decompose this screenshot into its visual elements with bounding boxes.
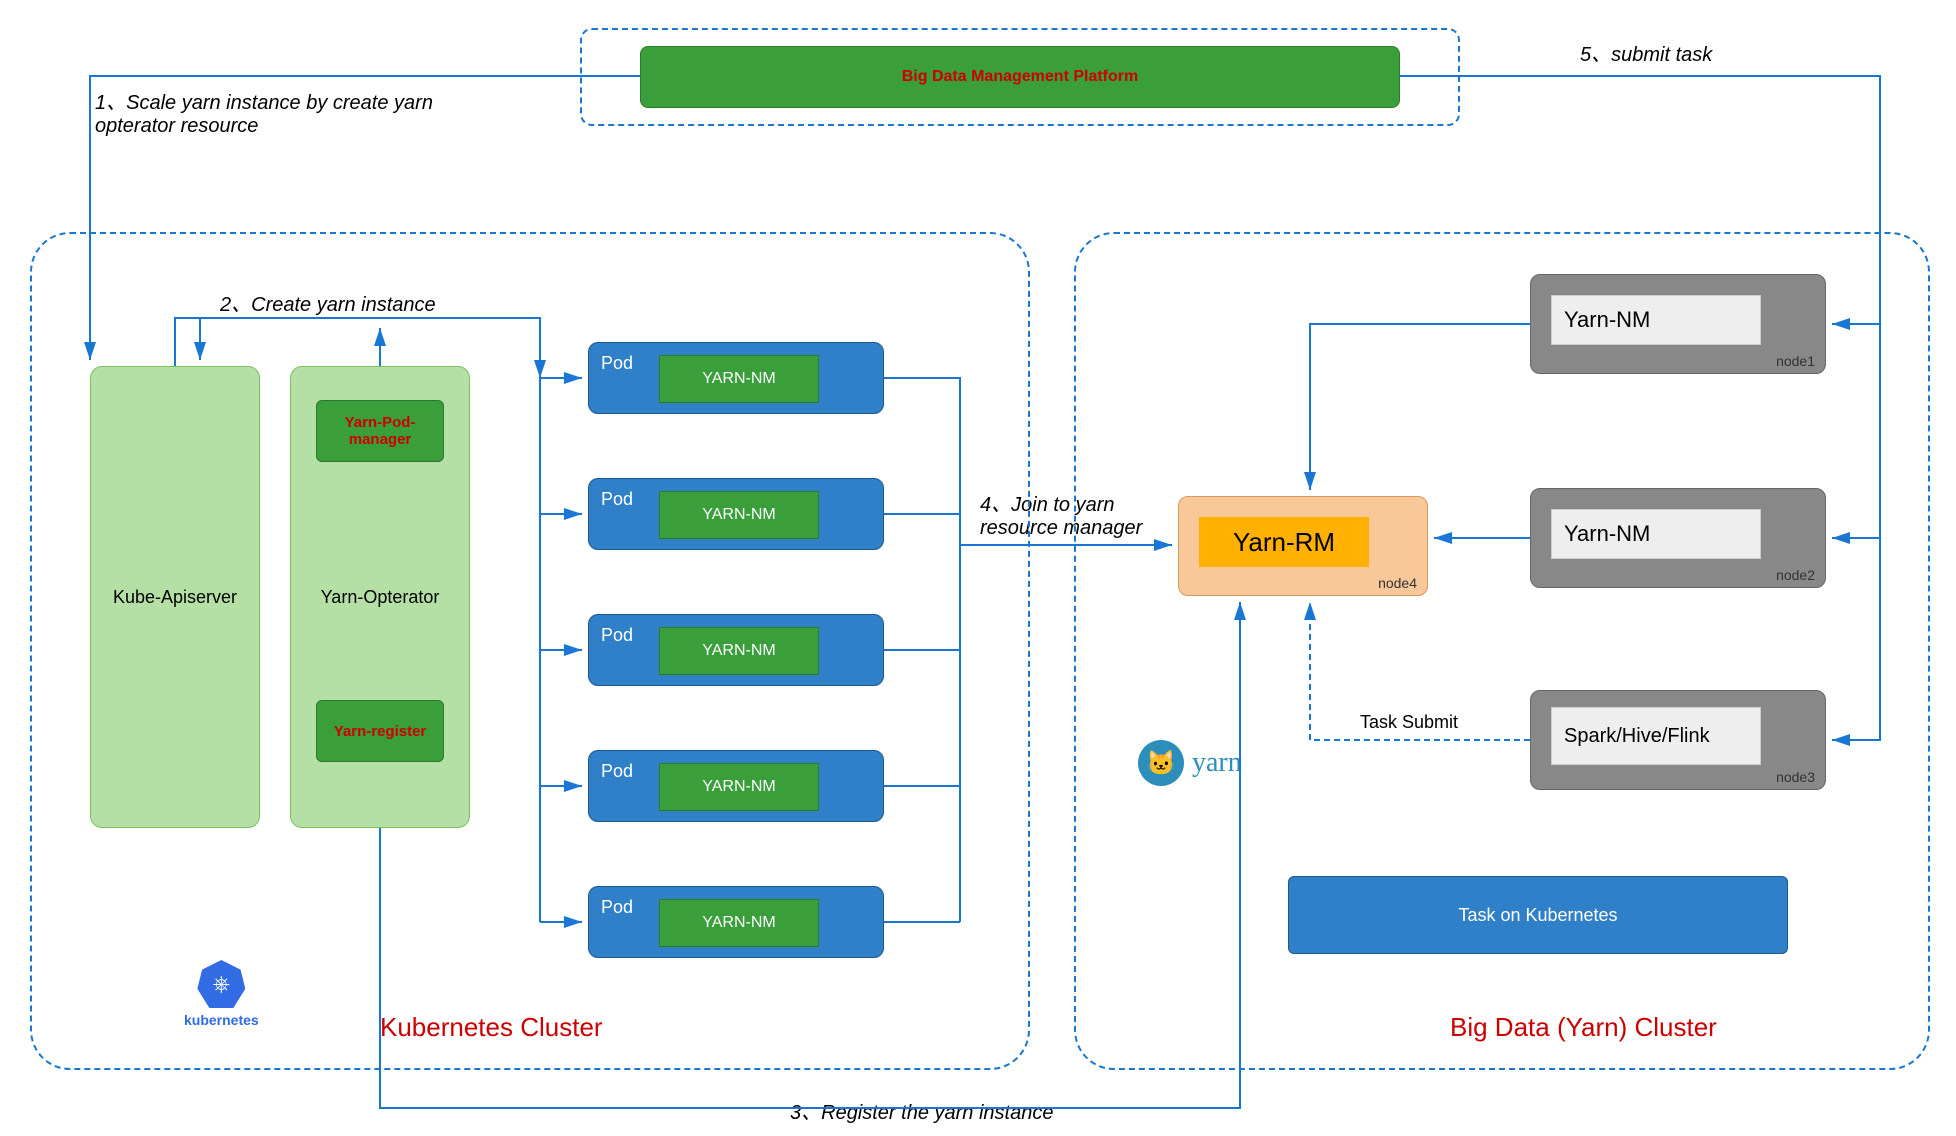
yarn-nm2-box: Yarn-NM node2 [1530,488,1826,588]
yarn-rm-box: Yarn-RM node4 [1178,496,1428,596]
pod-4-label: Pod [601,761,633,782]
pod-4: Pod YARN-NM [588,750,884,822]
yarn-pod-manager-box: Yarn-Pod-manager [316,400,444,462]
platform-box: Big Data Management Platform [640,46,1400,108]
kubernetes-icon: ⎈ [197,960,245,1008]
pod-3-inner: YARN-NM [659,627,819,675]
yarn-nm1-inner: Yarn-NM [1551,295,1761,345]
pod-4-inner: YARN-NM [659,763,819,811]
kube-apiserver-label: Kube-Apiserver [113,587,237,608]
step-1-label: 1、Scale yarn instance by create yarn opt… [95,86,455,138]
pod-2-inner: YARN-NM [659,491,819,539]
task-on-k8s-label: Task on Kubernetes [1458,905,1617,926]
pod-1: Pod YARN-NM [588,342,884,414]
pod-2-label: Pod [601,489,633,510]
step-3-label: 3、Register the yarn instance [790,1096,1053,1125]
yarn-cluster-title: Big Data (Yarn) Cluster [1450,1012,1717,1043]
pod-5: Pod YARN-NM [588,886,884,958]
yarn-register-label: Yarn-register [334,723,427,740]
yarn-pod-manager-label: Yarn-Pod-manager [321,414,439,448]
yarn-rm-node: node4 [1378,575,1417,591]
yarn-nm2-inner: Yarn-NM [1551,509,1761,559]
spark-inner: Spark/Hive/Flink [1551,707,1761,765]
pod-1-inner: YARN-NM [659,355,819,403]
yarn-nm2-node: node2 [1776,567,1815,583]
pod-3-label: Pod [601,625,633,646]
yarn-logo: 🐱 yarn [1138,740,1242,786]
step-5-label: 5、submit task [1580,38,1712,67]
yarn-nm1-box: Yarn-NM node1 [1530,274,1826,374]
kube-apiserver-box: Kube-Apiserver [90,366,260,828]
kubernetes-logo: ⎈ kubernetes [184,960,259,1028]
platform-label: Big Data Management Platform [902,68,1138,86]
yarn-nm1-node: node1 [1776,353,1815,369]
k8s-cluster-title: Kubernetes Cluster [380,1012,603,1043]
spark-node: node3 [1776,769,1815,785]
task-submit-label: Task Submit [1360,712,1458,733]
yarn-register-box: Yarn-register [316,700,444,762]
pod-5-label: Pod [601,897,633,918]
pod-1-label: Pod [601,353,633,374]
pod-2: Pod YARN-NM [588,478,884,550]
pod-3: Pod YARN-NM [588,614,884,686]
task-on-k8s-box: Task on Kubernetes [1288,876,1788,954]
kubernetes-logo-text: kubernetes [184,1012,259,1028]
yarn-operator-label: Yarn-Opterator [321,587,440,608]
yarn-rm-inner: Yarn-RM [1199,517,1369,567]
yarn-icon: 🐱 [1138,740,1184,786]
yarn-logo-text: yarn [1192,747,1242,779]
pod-5-inner: YARN-NM [659,899,819,947]
spark-box: Spark/Hive/Flink node3 [1530,690,1826,790]
